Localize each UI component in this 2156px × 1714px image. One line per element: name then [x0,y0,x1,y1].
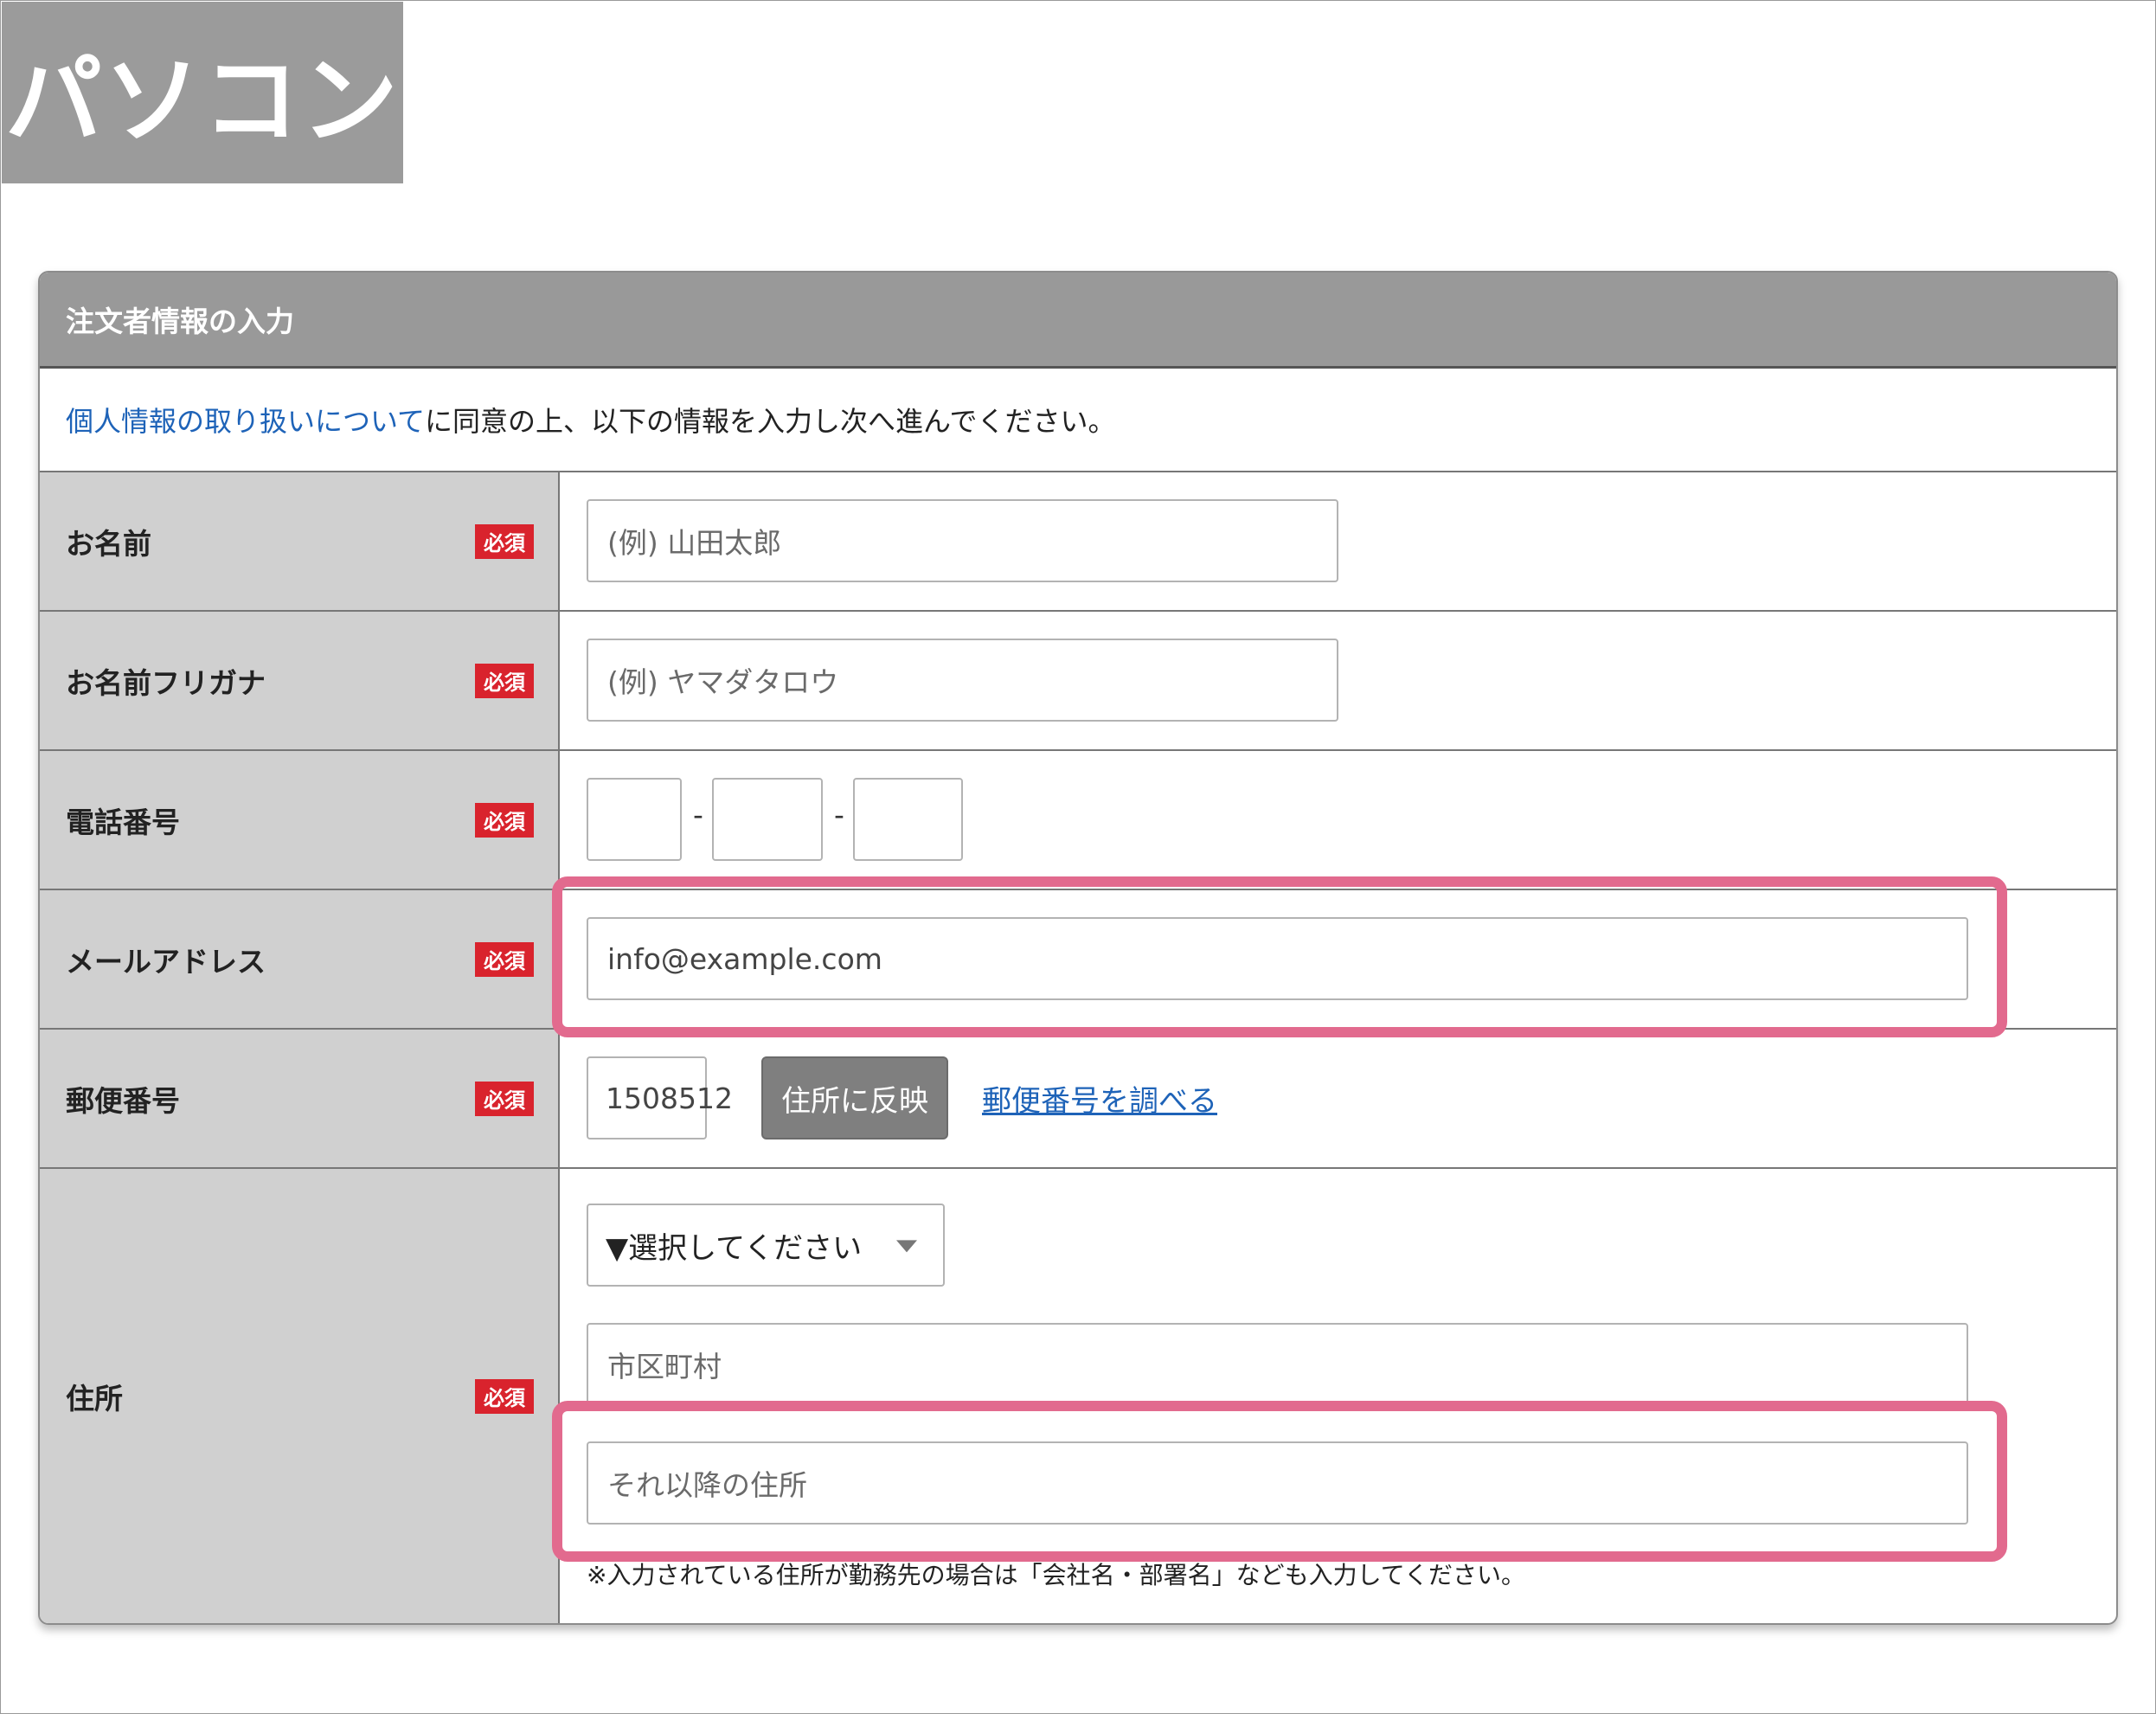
required-badge: 必須 [475,523,534,559]
field-cell-email: info@example.com [560,890,2116,1028]
field-cell-furigana: (例) ヤマダタロウ [560,612,2116,749]
phone-separator: - [693,798,703,831]
field-cell-phone: - - [560,751,2116,889]
privacy-intro: 個人情報の取り扱いについて に同意の上、以下の情報を入力し次へ進んでください。 [40,369,2116,472]
name-label: お名前 [66,526,151,561]
postal-lookup-link[interactable]: 郵便番号を調べる [982,1077,1217,1120]
required-badge: 必須 [475,802,534,838]
privacy-policy-link[interactable]: 個人情報の取り扱いについて [66,400,425,440]
address-label: 住所 [66,1381,123,1415]
privacy-intro-text: に同意の上、以下の情報を入力し次へ進んでください。 [425,405,1116,438]
field-cell-postal: 1508512 住所に反映 郵便番号を調べる [560,1030,2116,1167]
row-email: メールアドレス 必須 info@example.com [40,890,2116,1030]
phone-part3-input[interactable] [853,778,963,861]
label-cell-postal: 郵便番号 必須 [40,1030,560,1167]
label-cell-name: お名前 必須 [40,472,560,610]
prefecture-select[interactable]: ▼選択してください [587,1204,945,1287]
row-name: お名前 必須 (例) 山田太郎 [40,472,2116,612]
email-input[interactable]: info@example.com [587,917,1968,1000]
row-address: 住所 必須 ▼選択してください 市区町村 それ以降の住所 ※入力されている住所が… [40,1169,2116,1623]
name-input[interactable]: (例) 山田太郎 [587,499,1338,582]
required-badge: 必須 [475,1081,534,1116]
row-furigana: お名前フリガナ 必須 (例) ヤマダタロウ [40,612,2116,751]
chevron-down-icon [896,1240,917,1253]
postal-code-input[interactable]: 1508512 [587,1056,733,1139]
postal-label: 郵便番号 [66,1083,180,1118]
address-rest-input[interactable]: それ以降の住所 [587,1441,1968,1525]
reflect-address-button[interactable]: 住所に反映 [761,1056,948,1139]
address-note: ※入力されている住所が勤務先の場合は「会社名・部署名」なども入力してください。 [587,1561,1525,1589]
label-cell-furigana: お名前フリガナ 必須 [40,612,560,749]
email-label: メールアドレス [66,944,266,979]
label-cell-email: メールアドレス 必須 [40,890,560,1028]
row-postal: 郵便番号 必須 1508512 住所に反映 郵便番号を調べる [40,1030,2116,1169]
required-badge: 必須 [475,1378,534,1414]
order-form-card: 注文者情報の入力 個人情報の取り扱いについて に同意の上、以下の情報を入力し次へ… [38,271,2118,1625]
phone-label: 電話番号 [66,805,180,839]
phone-part2-input[interactable] [712,778,823,861]
field-cell-name: (例) 山田太郎 [560,472,2116,610]
device-tag: パソコン [2,2,403,183]
required-badge: 必須 [475,941,534,977]
furigana-label: お名前フリガナ [66,665,266,700]
prefecture-select-value: ▼選択してください [606,1230,863,1266]
form-title: 注文者情報の入力 [40,273,2116,369]
required-badge: 必須 [475,663,534,698]
furigana-input[interactable]: (例) ヤマダタロウ [587,639,1338,722]
field-cell-address: ▼選択してください 市区町村 それ以降の住所 ※入力されている住所が勤務先の場合… [560,1169,2116,1623]
phone-part1-input[interactable] [587,778,682,861]
row-phone: 電話番号 必須 - - [40,751,2116,890]
label-cell-address: 住所 必須 [40,1169,560,1623]
label-cell-phone: 電話番号 必須 [40,751,560,889]
phone-separator: - [834,798,844,831]
city-input[interactable]: 市区町村 [587,1323,1968,1406]
